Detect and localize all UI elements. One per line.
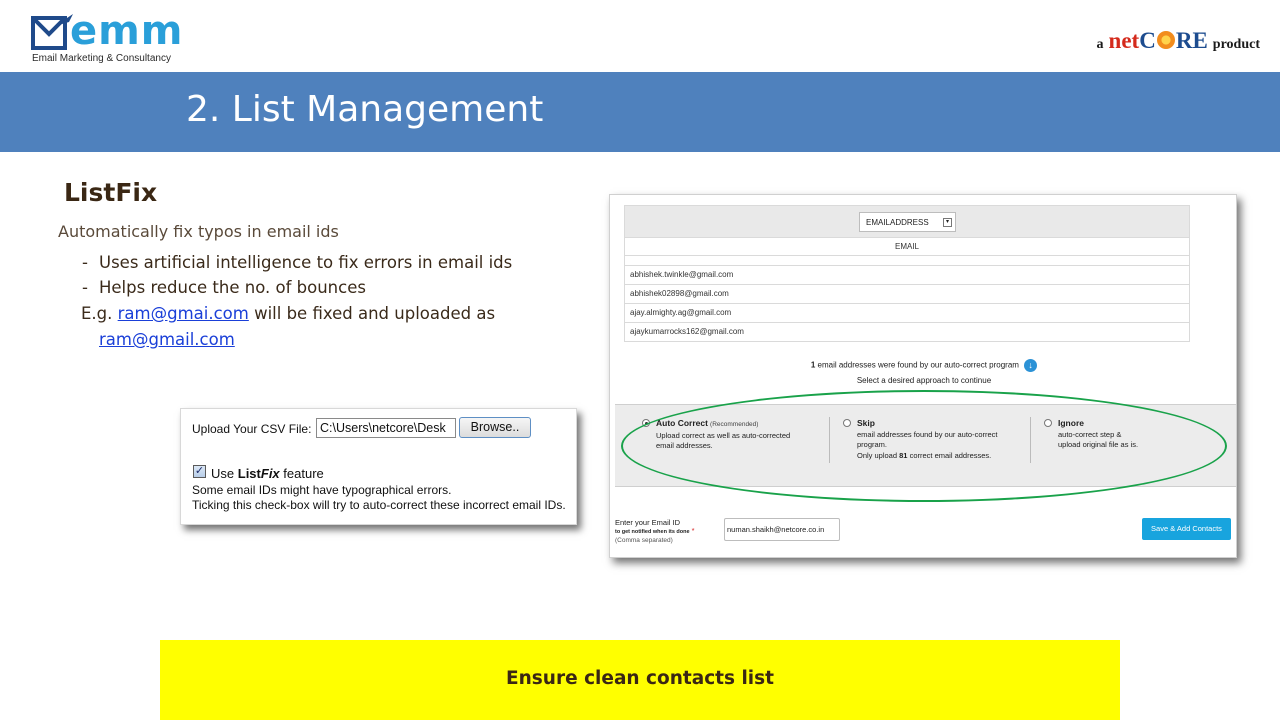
bullet-marker: -	[82, 278, 88, 297]
netcore-re: RE	[1175, 28, 1208, 53]
table-row: ajay.almighty.ag@gmail.com	[624, 304, 1190, 323]
bullet-marker: -	[82, 253, 88, 272]
column-header-bar: EMAILADDRESS ▾	[624, 205, 1190, 238]
example-line-2: ram@gmail.com	[99, 330, 235, 349]
listfix-checkbox[interactable]: ✓	[193, 465, 206, 478]
example-line: E.g. ram@gmai.com will be fixed and uplo…	[81, 304, 495, 323]
upload-note-line-2: Ticking this check-box will try to auto-…	[192, 498, 566, 512]
notify-email-sublabel: to get notified when its done	[615, 529, 690, 535]
emm-logo-text: emm	[70, 8, 184, 54]
bullet-text: Uses artificial intelligence to fix erro…	[99, 253, 513, 272]
browse-button[interactable]: Browse..	[459, 417, 531, 438]
bottom-banner: Ensure clean contacts list	[160, 640, 1120, 720]
banner-text: Ensure clean contacts list	[505, 668, 775, 689]
required-mark: *	[691, 526, 695, 535]
title-bar: 2. List Management	[0, 72, 1280, 152]
bullet-item: - Uses artificial intelligence to fix err…	[82, 253, 512, 272]
highlight-ellipse	[621, 390, 1227, 502]
csv-file-path-input[interactable]: C:\Users\netcore\Desk	[316, 418, 456, 438]
select-approach-note: Select a desired approach to continue	[856, 376, 992, 385]
found-count-message: 1 email addresses were found by our auto…	[610, 359, 1238, 372]
column-select-value: EMAILADDRESS	[866, 218, 929, 227]
listfix-feature-label: Use ListFix feature	[211, 466, 324, 481]
netcore-logo: a net C RE product	[1097, 28, 1260, 54]
upload-note-line-1: Some email IDs might have typographical …	[192, 483, 452, 497]
table-row: ajaykumarrocks162@gmail.com	[624, 323, 1190, 342]
section-title: ListFix	[64, 178, 158, 207]
emm-logo-tagline: Email Marketing & Consultancy	[32, 53, 171, 64]
emm-logo-envelope-icon	[31, 14, 73, 50]
example-prefix: E.g.	[81, 304, 113, 323]
upload-csv-panel: Upload Your CSV File: C:\Users\netcore\D…	[180, 408, 577, 525]
feature-suffix: feature	[283, 466, 324, 481]
lead-text: Automatically fix typos in email ids	[58, 222, 339, 241]
found-count: 1	[810, 360, 816, 370]
chevron-down-icon: ▾	[943, 218, 952, 227]
found-text: email addresses were found by our auto-c…	[817, 360, 1019, 370]
notify-email-hint: (Comma separated)	[615, 537, 673, 544]
table-row: abhishek02898@gmail.com	[624, 285, 1190, 304]
feature-prefix: Use	[211, 466, 235, 481]
email-column-header: EMAIL	[624, 238, 1190, 256]
listfix-screenshot-panel: EMAILADDRESS ▾ EMAIL abhishek.twinkle@gm…	[609, 194, 1237, 558]
notify-email-title: Enter your Email ID	[615, 518, 681, 527]
bullet-text: Helps reduce the no. of bounces	[99, 278, 366, 297]
table-row: abhishek.twinkle@gmail.com	[624, 266, 1190, 285]
bullet-item: - Helps reduce the no. of bounces	[82, 278, 366, 297]
save-add-contacts-button[interactable]: Save & Add Contacts	[1142, 518, 1231, 540]
netcore-net: net	[1108, 28, 1140, 53]
wrong-email-link[interactable]: ram@gmai.com	[118, 304, 249, 323]
table-row	[624, 256, 1190, 266]
example-middle: will be fixed and uploaded as	[254, 304, 496, 323]
download-info-icon[interactable]: ↓	[1024, 359, 1038, 372]
feature-list: List	[237, 466, 261, 481]
upload-csv-label: Upload Your CSV File:	[192, 422, 312, 436]
netcore-suffix: product	[1212, 37, 1260, 52]
feature-fix: Fix	[260, 466, 280, 481]
netcore-prefix: a	[1096, 37, 1104, 52]
notify-email-input[interactable]: numan.shaikh@netcore.co.in	[724, 518, 840, 541]
notify-email-label: Enter your Email ID to get notified when…	[615, 519, 695, 545]
correct-email-link[interactable]: ram@gmail.com	[99, 330, 235, 349]
slide-title: 2. List Management	[186, 89, 544, 130]
netcore-sun-icon	[1156, 31, 1175, 49]
column-select[interactable]: EMAILADDRESS ▾	[859, 212, 956, 232]
netcore-c: C	[1139, 28, 1156, 53]
